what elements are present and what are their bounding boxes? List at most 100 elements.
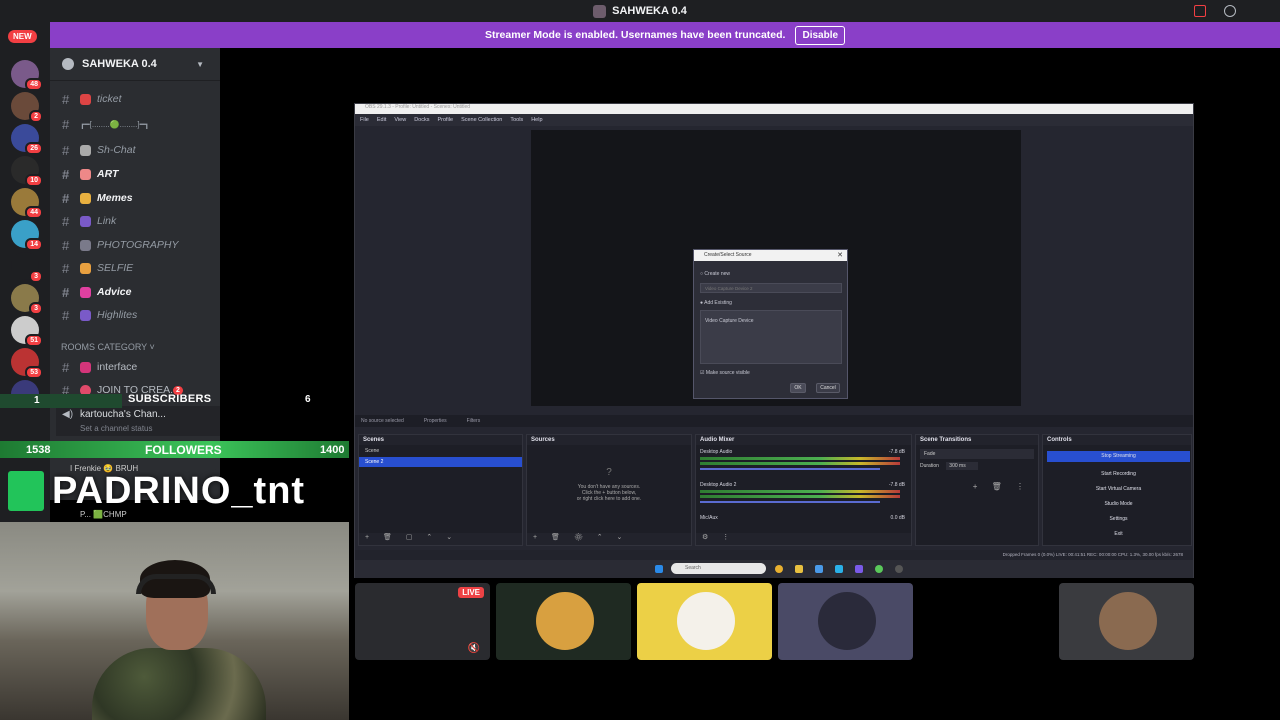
server-icon[interactable]: 51 xyxy=(11,316,43,347)
volume-slider[interactable] xyxy=(700,501,880,503)
channel-item[interactable]: # ┏━[........🟢........]━┓ xyxy=(62,114,149,134)
menu-item[interactable]: Help xyxy=(531,117,542,123)
volume-meter xyxy=(700,457,900,460)
speaker-icon: # xyxy=(62,359,70,375)
menu-item[interactable]: Edit xyxy=(377,117,386,123)
menu-item[interactable]: File xyxy=(360,117,369,123)
channel-item[interactable]: # Sh-Chat xyxy=(62,140,136,160)
channel-item[interactable]: #Memes3 xyxy=(62,188,263,208)
channel-item[interactable]: # ticket xyxy=(62,89,122,109)
menu-item[interactable]: Docks xyxy=(414,117,429,123)
server-icon[interactable]: 26 xyxy=(11,124,43,155)
avatar xyxy=(536,592,594,650)
obs-icon[interactable] xyxy=(895,565,903,573)
channel-label: Memes xyxy=(97,192,133,204)
create-new-radio[interactable]: ○ Create new xyxy=(700,271,730,277)
channel-status[interactable]: Set a channel status xyxy=(80,424,153,433)
hash-icon: # xyxy=(62,91,70,107)
exit-button[interactable]: Exit xyxy=(1047,529,1190,540)
server-icon[interactable]: 2 xyxy=(11,92,43,123)
ok-button[interactable]: OK xyxy=(790,383,806,393)
server-icon[interactable]: 3 xyxy=(11,284,43,315)
stop-streaming-button[interactable]: Stop Streaming xyxy=(1047,451,1190,462)
mixer-toolbar[interactable]: ⚙ ⋮ xyxy=(696,533,911,545)
server-icon[interactable]: 14 xyxy=(11,220,43,251)
channel-emoji-icon xyxy=(80,262,91,274)
window-titlebar: SAHWEKA 0.4 xyxy=(0,0,1280,22)
store-icon[interactable] xyxy=(815,565,823,573)
server-header[interactable]: SAHWEKA 0.4 ▼ xyxy=(50,48,220,81)
start-recording-button[interactable]: Start Recording xyxy=(1047,469,1190,480)
existing-source-list[interactable]: Video Capture Device xyxy=(700,310,842,364)
source-name-input[interactable]: Video Capture Device 2 xyxy=(700,283,842,293)
settings-button[interactable]: Settings xyxy=(1047,514,1190,525)
category-label: ROOMS CATEGORY xyxy=(61,342,148,352)
scene-item-selected[interactable]: Scene 2 xyxy=(359,457,522,467)
app-icon[interactable] xyxy=(875,565,883,573)
chat-message: P... 🟩CHMP xyxy=(80,510,127,519)
add-existing-radio[interactable]: ● Add Existing xyxy=(700,300,732,306)
voice-channel-interface[interactable]: # interface xyxy=(62,357,137,377)
make-visible-checkbox[interactable]: ☑ Make source visible xyxy=(700,370,750,376)
channel-item[interactable]: # SELFIE xyxy=(62,258,133,278)
voice-user-row[interactable]: ◀) kartoucha's Chan... Set a channel sta… xyxy=(56,406,220,436)
studio-mode-button[interactable]: Studio Mode xyxy=(1047,499,1190,510)
source-status: No source selected xyxy=(361,418,404,424)
voice-participant-tile[interactable] xyxy=(919,583,1054,660)
folder-icon[interactable] xyxy=(795,565,803,573)
list-item[interactable]: Video Capture Device xyxy=(705,318,754,324)
obs-titlebar: OBS 29.1.3 - Profile: Untitled - Scenes:… xyxy=(355,104,1193,114)
followers-count-right: 1400 xyxy=(320,444,345,456)
close-icon[interactable]: ✕ xyxy=(837,251,843,259)
discord-icon[interactable] xyxy=(855,565,863,573)
scene-item[interactable]: Scene xyxy=(359,445,522,457)
disable-button[interactable]: Disable xyxy=(795,25,846,45)
category-header[interactable]: ROOMS CATEGORY ˅ xyxy=(61,342,155,352)
server-icon[interactable]: 44 xyxy=(11,188,43,219)
webcam-person-shirt xyxy=(92,648,266,720)
cancel-button[interactable]: Cancel xyxy=(816,383,840,393)
taskbar-search[interactable]: Search xyxy=(671,563,766,574)
menu-item[interactable]: Scene Collection xyxy=(461,117,502,123)
menu-item[interactable]: View xyxy=(394,117,406,123)
sources-toolbar[interactable]: + 🗑 ⚙ ⌃ ⌄ xyxy=(527,533,691,545)
voice-participant-tile[interactable] xyxy=(1059,583,1194,660)
start-virtual-camera-button[interactable]: Start Virtual Camera xyxy=(1047,484,1190,495)
hash-icon: # xyxy=(62,142,70,158)
server-icon[interactable]: 53 xyxy=(11,348,43,379)
chevron-down-icon[interactable]: ▼ xyxy=(196,60,204,69)
start-icon[interactable] xyxy=(655,565,663,573)
server-icon[interactable]: 3 xyxy=(11,252,43,283)
filters-button[interactable]: Filters xyxy=(467,418,481,424)
channel-item[interactable]: # ART xyxy=(62,164,118,184)
menu-item[interactable]: Tools xyxy=(510,117,523,123)
volume-slider[interactable] xyxy=(700,468,880,470)
screenshare-tile[interactable]: LIVE 🔇 xyxy=(355,583,490,660)
channel-item[interactable]: # Advice xyxy=(62,282,131,302)
transition-select[interactable]: Fade xyxy=(920,449,1034,459)
transition-toolbar[interactable]: + 🗑 ⋮ xyxy=(973,482,1030,491)
audio-mixer-dock: Audio Mixer Desktop Audio -7.8 dB Deskto… xyxy=(695,434,912,546)
dock-title: Sources xyxy=(527,435,691,445)
voice-participant-tile[interactable] xyxy=(496,583,631,660)
channel-item[interactable]: # PHOTOGRAPHY xyxy=(62,235,179,255)
live-badge: LIVE xyxy=(458,587,484,598)
server-icon[interactable]: 10 xyxy=(11,156,43,187)
menu-item[interactable]: Profile xyxy=(437,117,453,123)
properties-button[interactable]: Properties xyxy=(424,418,447,424)
voice-participant-tile[interactable] xyxy=(778,583,913,660)
app-icon xyxy=(593,4,607,18)
channel-label: ┏━[........🟢........]━┓ xyxy=(80,119,150,129)
chrome-icon[interactable] xyxy=(775,565,783,573)
channel-item[interactable]: # Highlites xyxy=(62,305,137,325)
scenes-toolbar[interactable]: + 🗑 ▢ ⌃ ⌄ xyxy=(359,533,522,545)
channel-emoji-icon xyxy=(80,361,91,373)
voice-participant-tile[interactable] xyxy=(637,583,772,660)
server-badge: 44 xyxy=(25,206,43,219)
inbox-icon[interactable] xyxy=(1194,5,1206,17)
duration-input[interactable]: 300 ms xyxy=(946,462,978,470)
help-icon[interactable] xyxy=(1224,5,1236,17)
server-icon[interactable]: 48 xyxy=(11,60,43,91)
channel-item[interactable]: # Link xyxy=(62,211,116,231)
edge-icon[interactable] xyxy=(835,565,843,573)
